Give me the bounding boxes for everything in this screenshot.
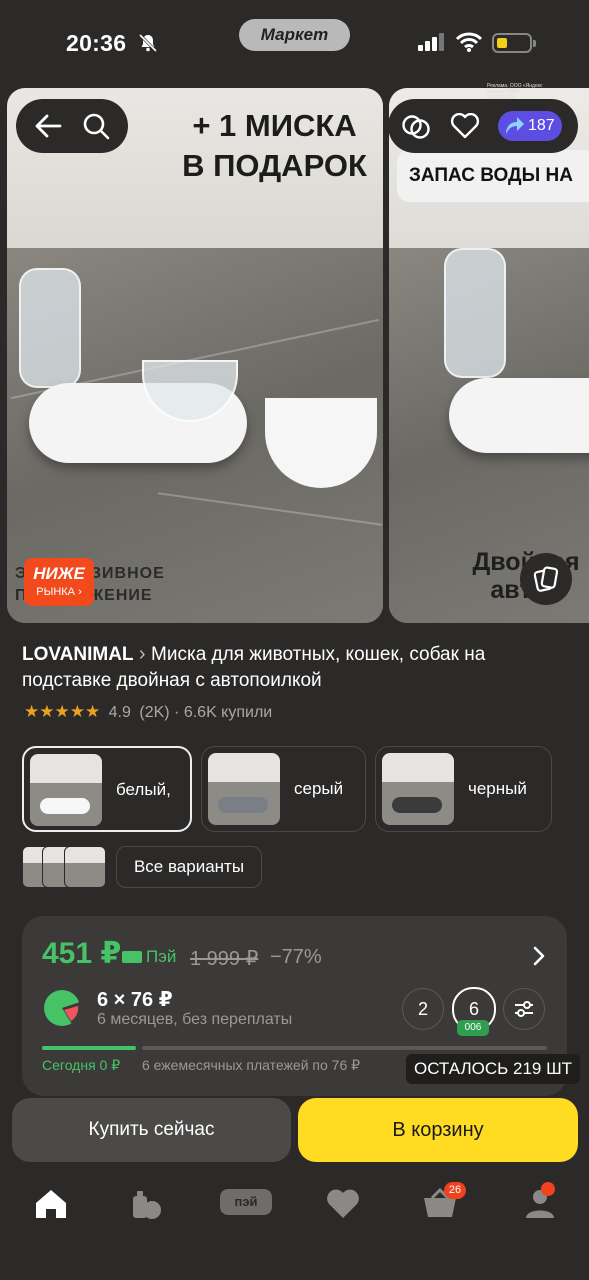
pay-card-icon — [122, 951, 142, 963]
clock: 20:36 — [66, 30, 127, 56]
split-option-2[interactable]: 2 — [402, 988, 444, 1030]
nav-controls — [16, 99, 128, 153]
below-market-badge[interactable]: НИЖЕ РЫНКА › — [24, 558, 94, 606]
all-variants-button[interactable]: Все варианты — [116, 846, 262, 888]
stock-remaining: ОСТАЛОСЬ 219 ШТ — [406, 1054, 581, 1084]
add-to-cart-button[interactable]: В корзину — [298, 1098, 578, 1162]
share-counter[interactable]: 187 — [498, 111, 562, 141]
bottom-nav — [0, 1170, 589, 1280]
sliders-icon — [515, 1001, 533, 1017]
variant-black[interactable]: черный — [375, 746, 552, 832]
wifi-icon — [456, 32, 482, 52]
battery-icon — [492, 33, 536, 53]
status-bar: 20:36 Маркет — [0, 0, 589, 88]
search-icon[interactable] — [82, 112, 110, 140]
reels-button[interactable] — [520, 553, 572, 605]
old-price: 1 999 ₽ — [190, 948, 259, 970]
split-watermelon-icon — [44, 990, 82, 1026]
brand-link[interactable]: LOVANIMAL — [22, 644, 134, 665]
promo-banner: ЗАПАС ВОДЫ НА — [397, 150, 589, 202]
today-payment: Сегодня 0 ₽ — [42, 1057, 121, 1073]
payment-progress-rest — [142, 1046, 547, 1050]
variant-thumbnail — [208, 753, 280, 825]
split-settings-button[interactable] — [503, 988, 545, 1030]
split-amount: 6 × 76 ₽ — [97, 989, 173, 1011]
back-arrow-icon[interactable] — [34, 113, 62, 139]
share-icon — [506, 117, 524, 134]
profile-notification-dot — [541, 1182, 555, 1196]
product-gallery[interactable]: + 1 МИСКА В ПОДАРОК ЭКСКЛЮЗИВНОЕ ПРЕДЛОЖ… — [0, 88, 589, 623]
split-code-badge: 006 — [457, 1020, 489, 1036]
discount-percent: −77% — [270, 946, 322, 968]
variant-thumbs-stack[interactable] — [22, 846, 106, 888]
variant-grey[interactable]: серый — [201, 746, 366, 832]
cards-icon — [533, 566, 559, 592]
star-rating-icon: ★★★★★ — [24, 702, 101, 721]
variant-thumbnail — [30, 754, 102, 826]
payment-progress-today — [42, 1046, 136, 1050]
cart-count-badge: 26 — [444, 1182, 466, 1199]
product-photo-next[interactable]: ЗАПАС ВОДЫ НА Двойная автоп — [389, 88, 589, 623]
pay-tab[interactable]: пэй — [220, 1189, 272, 1215]
promo-title: + 1 МИСКА В ПОДАРОК — [182, 108, 367, 183]
home-icon[interactable] — [31, 1184, 71, 1224]
split-description: 6 месяцев, без переплаты — [97, 1011, 293, 1028]
app-pill: Маркет — [239, 19, 350, 51]
variant-white[interactable]: белый, — [22, 746, 192, 832]
pay-label: Пэй — [146, 947, 177, 966]
heart-icon[interactable] — [450, 113, 480, 139]
compare-icon[interactable] — [401, 112, 431, 142]
buy-now-button[interactable]: Купить сейчас — [12, 1098, 291, 1162]
chevron-right-icon[interactable] — [532, 946, 546, 966]
monthly-payments: 6 ежемесячных платежей по 76 ₽ — [142, 1057, 361, 1073]
variant-thumbnail — [382, 753, 454, 825]
signal-icon — [418, 33, 444, 51]
favorites-heart-icon[interactable] — [323, 1184, 363, 1224]
product-photo[interactable]: + 1 МИСКА В ПОДАРОК ЭКСКЛЮЗИВНОЕ ПРЕДЛОЖ… — [7, 88, 383, 623]
rating-row[interactable]: ★★★★★ 4.9 (2K) · 6.6K купили — [24, 702, 272, 722]
product-title[interactable]: LOVANIMAL › Миска для животных, кошек, с… — [22, 641, 567, 694]
bell-muted-icon — [138, 33, 158, 53]
catalog-icon[interactable] — [127, 1184, 167, 1224]
current-price: 451 ₽ — [42, 937, 122, 970]
